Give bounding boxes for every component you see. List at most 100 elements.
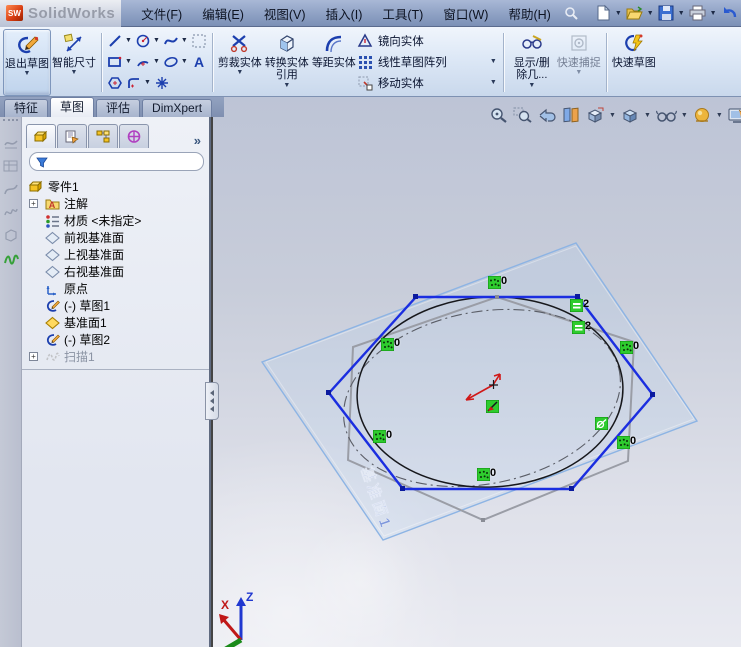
chevron-down-icon[interactable]: ▼ xyxy=(153,37,160,44)
filter-input[interactable] xyxy=(29,152,204,171)
coincident-relation-badge[interactable]: 0 xyxy=(616,435,636,450)
chevron-down-icon[interactable]: ▼ xyxy=(490,79,499,86)
print-icon[interactable] xyxy=(687,3,708,23)
mirror-entities-button[interactable]: 镜向实体 xyxy=(357,30,499,51)
tree-item-前视基准面[interactable]: 前视基准面 xyxy=(22,229,209,246)
menu-item-H[interactable]: 帮助(H) xyxy=(498,0,560,28)
offset-entities-button[interactable]: 等距实体 xyxy=(311,29,357,96)
dimxpertmanager-tab[interactable] xyxy=(119,124,149,148)
toolbar-separator xyxy=(605,33,607,92)
chevron-down-icon[interactable]: ▼ xyxy=(144,79,151,86)
chevron-down-icon[interactable]: ▼ xyxy=(71,69,78,77)
tab-特征[interactable]: 特征 xyxy=(4,99,49,117)
undo-icon[interactable] xyxy=(719,3,740,23)
coincident-relation-badge[interactable]: 0 xyxy=(372,429,392,444)
coincident-relation-badge[interactable]: 0 xyxy=(476,467,496,482)
graphics-area[interactable]: ▼▼▼▼▼ xyxy=(213,97,741,647)
move-entities-button[interactable]: 移动实体 ▼ xyxy=(357,72,499,93)
rectangle-tool-button[interactable]: ▼ xyxy=(106,54,134,70)
point-tool-button[interactable] xyxy=(153,75,171,91)
sketch-text-button[interactable]: A xyxy=(190,54,208,70)
tree-item-零件1[interactable]: 零件1 xyxy=(22,178,209,195)
chevron-down-icon[interactable]: ▼ xyxy=(24,70,31,78)
chevron-down-icon[interactable]: ▼ xyxy=(181,58,188,65)
toolbar-grip[interactable] xyxy=(3,119,18,127)
rapid-sketch-button[interactable]: 快速草图 xyxy=(611,29,657,96)
line-tool-button[interactable]: ▼ xyxy=(106,33,134,49)
circle-tool-button[interactable]: ▼ xyxy=(134,33,162,49)
expand-plus-icon[interactable]: + xyxy=(29,199,38,208)
display-delete-relations-button[interactable]: 显示/删除几... ▼ xyxy=(508,29,556,96)
tangent-relation-badge[interactable] xyxy=(594,416,609,431)
tree-item-原点[interactable]: 原点 xyxy=(22,280,209,297)
tree-item-草图1[interactable]: (-) 草图1 xyxy=(22,297,209,314)
trim-entities-button[interactable]: 剪裁实体 ▼ xyxy=(217,29,263,96)
menu-item-T[interactable]: 工具(T) xyxy=(372,0,433,28)
origin-coincident-relation-badge[interactable] xyxy=(485,399,500,414)
table-icon[interactable] xyxy=(0,159,21,173)
sketch-fillet-button[interactable]: ▼ xyxy=(125,75,153,91)
tab-草图[interactable]: 草图 xyxy=(50,97,95,117)
toolbar-separator xyxy=(502,33,504,92)
search-icon[interactable] xyxy=(563,5,579,21)
tree-item-扫描1[interactable]: + 扫描1 xyxy=(22,348,209,365)
rapid-sketch-icon xyxy=(621,31,647,57)
menu-item-I[interactable]: 插入(I) xyxy=(316,0,373,28)
equal-relation-badge[interactable]: 2 xyxy=(571,320,591,335)
chevron-down-icon[interactable]: ▼ xyxy=(710,10,717,17)
new-document-icon[interactable] xyxy=(593,3,613,23)
chevron-down-icon[interactable]: ▼ xyxy=(153,58,160,65)
panel-expand-chevron[interactable]: » xyxy=(194,133,205,148)
coincident-relation-badge[interactable]: 0 xyxy=(619,340,639,355)
ellipse-tool-button[interactable]: ▼ xyxy=(162,54,190,70)
coincident-relation-badge[interactable]: 0 xyxy=(380,337,400,352)
spring-icon[interactable] xyxy=(0,251,21,267)
save-icon[interactable] xyxy=(656,3,676,23)
tree-item-上视基准面[interactable]: 上视基准面 xyxy=(22,246,209,263)
convert-entities-button[interactable]: 转换实体引用 ▼ xyxy=(263,29,311,96)
chevron-down-icon[interactable]: ▼ xyxy=(647,10,654,17)
tab-DimXpert[interactable]: DimXpert xyxy=(142,99,213,117)
arc-tool-button[interactable]: ▼ xyxy=(134,54,162,70)
smart-dimension-button[interactable]: 智能尺寸 ▼ xyxy=(51,29,97,96)
panel-splitter-handle[interactable] xyxy=(205,382,219,420)
propertymanager-tab[interactable] xyxy=(57,124,87,148)
chevron-down-icon[interactable]: ▼ xyxy=(528,82,535,90)
tree-item-基准面1[interactable]: 基准面1 xyxy=(22,314,209,331)
quick-access-toolbar: ▼▼▼▼▼ xyxy=(593,3,741,23)
relation-count: 2 xyxy=(585,320,592,332)
surface-wave-icon[interactable] xyxy=(0,136,21,150)
tab-评估[interactable]: 评估 xyxy=(96,99,141,117)
chevron-down-icon[interactable]: ▼ xyxy=(181,37,188,44)
linear-pattern-button[interactable]: 线性草图阵列 ▼ xyxy=(357,51,499,72)
tree-item-右视基准面[interactable]: 右视基准面 xyxy=(22,263,209,280)
equal-relation-badge[interactable]: 2 xyxy=(569,298,589,313)
selection-box-icon[interactable] xyxy=(190,33,208,49)
configurationmanager-tab[interactable] xyxy=(88,124,118,148)
chevron-down-icon[interactable]: ▼ xyxy=(615,10,622,17)
open-icon[interactable] xyxy=(624,3,645,23)
chevron-down-icon[interactable]: ▼ xyxy=(125,37,132,44)
curve-icon[interactable] xyxy=(0,182,21,196)
polygon-tool-button[interactable] xyxy=(106,75,125,91)
chevron-down-icon[interactable]: ▼ xyxy=(283,82,290,90)
chevron-down-icon[interactable]: ▼ xyxy=(125,58,132,65)
tree-item-材质未指定[interactable]: 材质 <未指定> xyxy=(22,212,209,229)
expand-plus-icon[interactable]: + xyxy=(29,352,38,361)
solid-icon[interactable] xyxy=(0,228,21,242)
spline-tool-button[interactable]: ▼ xyxy=(162,33,190,49)
chevron-down-icon[interactable]: ▼ xyxy=(490,58,499,65)
coincident-relation-badge[interactable]: 0 xyxy=(487,275,507,290)
tree-item-注解[interactable]: + A 注解 xyxy=(22,195,209,212)
menu-item-V[interactable]: 视图(V) xyxy=(254,0,316,28)
chevron-down-icon[interactable]: ▼ xyxy=(236,69,243,77)
menu-item-F[interactable]: 文件(F) xyxy=(131,0,192,28)
spline-icon[interactable] xyxy=(0,205,21,219)
menu-item-E[interactable]: 编辑(E) xyxy=(192,0,254,28)
featuremanager-tab[interactable] xyxy=(26,124,56,148)
tree-item-草图2[interactable]: (-) 草图2 xyxy=(22,331,209,348)
menu-item-W[interactable]: 窗口(W) xyxy=(433,0,498,28)
exit-sketch-button[interactable]: 退出草图 ▼ xyxy=(3,29,51,96)
chevron-down-icon[interactable]: ▼ xyxy=(678,10,685,17)
sketch-canvas[interactable]: 基准面1 X Z xyxy=(213,97,741,647)
